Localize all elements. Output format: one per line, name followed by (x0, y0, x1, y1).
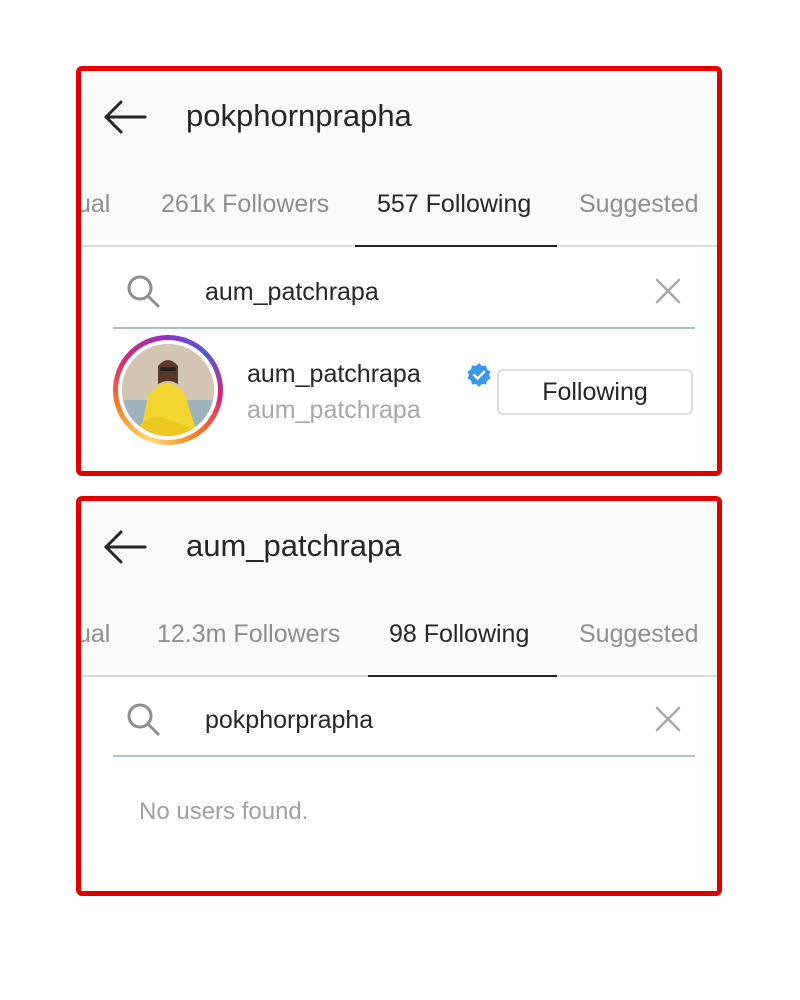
search-bar[interactable]: pokphorprapha (113, 687, 695, 757)
verified-badge-icon (467, 363, 491, 387)
arrow-left-icon[interactable] (101, 527, 149, 567)
avatar-image (122, 344, 214, 436)
search-bar[interactable]: aum_patchrapa (113, 259, 695, 329)
search-icon (127, 703, 160, 736)
active-tab-indicator (368, 675, 557, 677)
search-input[interactable]: pokphorprapha (205, 705, 373, 735)
user-result-row[interactable]: aum_patchrapa aum_patchrapa Following (113, 335, 695, 447)
following-list-panel-pokphornprapha: pokphornprapha ual 261k Followers 557 Fo… (76, 66, 722, 476)
avatar[interactable] (113, 335, 223, 445)
close-icon[interactable] (653, 276, 683, 306)
avatar-photo (122, 344, 214, 436)
result-username[interactable]: aum_patchrapa (247, 359, 421, 389)
arrow-left-icon[interactable] (101, 97, 149, 137)
profile-tabs: ual 261k Followers 557 Following Suggest… (81, 181, 717, 247)
search-input[interactable]: aum_patchrapa (205, 277, 379, 307)
tab-suggested[interactable]: Suggested (579, 189, 699, 219)
tab-mutual[interactable]: ual (81, 619, 110, 649)
tab-mutual[interactable]: ual (81, 189, 110, 219)
following-list-panel-aum-patchrapa: aum_patchrapa ual 12.3m Followers 98 Fol… (76, 496, 722, 896)
close-icon[interactable] (653, 704, 683, 734)
search-icon (127, 275, 160, 308)
following-button[interactable]: Following (497, 369, 693, 415)
result-full-name: aum_patchrapa (247, 396, 421, 424)
profile-title: aum_patchrapa (186, 528, 402, 563)
active-tab-indicator (355, 245, 557, 247)
tab-followers[interactable]: 12.3m Followers (157, 619, 340, 649)
tab-following[interactable]: 557 Following (377, 189, 531, 219)
tab-followers[interactable]: 261k Followers (161, 189, 329, 219)
empty-results-message: No users found. (139, 798, 309, 825)
tab-following[interactable]: 98 Following (389, 619, 529, 649)
profile-title: pokphornprapha (186, 98, 412, 133)
profile-tabs: ual 12.3m Followers 98 Following Suggest… (81, 611, 717, 677)
tab-suggested[interactable]: Suggested (579, 619, 699, 649)
